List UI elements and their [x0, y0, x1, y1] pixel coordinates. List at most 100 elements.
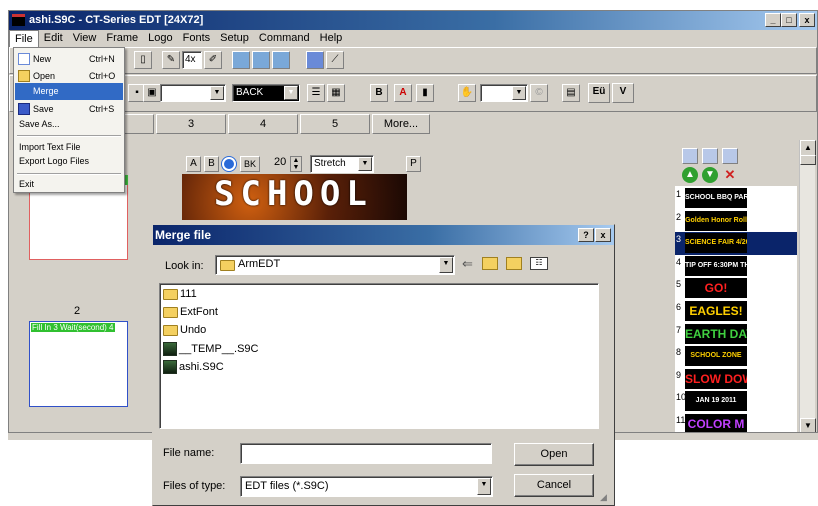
menu-file[interactable]: File: [9, 30, 39, 47]
tab-more[interactable]: More...: [372, 114, 430, 134]
list-item[interactable]: ExtFont: [163, 304, 218, 320]
size-select[interactable]: ▼: [480, 84, 528, 102]
scroll-thumb[interactable]: [800, 155, 816, 165]
bars-icon[interactable]: ▮: [416, 84, 434, 102]
toolbar-main: [9, 47, 817, 74]
lines-icon[interactable]: ☰: [307, 84, 325, 102]
logo-number: 4: [676, 256, 682, 267]
scroll-up-icon[interactable]: ▲: [800, 140, 816, 156]
monitor-icon[interactable]: [306, 51, 324, 69]
text-icon[interactable]: ▣: [143, 84, 161, 102]
menu-setup[interactable]: Setup: [215, 30, 254, 47]
bk-button[interactable]: BK: [240, 156, 260, 172]
logo-thumbnail[interactable]: 4TIP OFF 6:30PM THIS FRIDAY: [675, 255, 797, 278]
view-menu-icon[interactable]: ☷: [530, 257, 548, 270]
logo-thumbnail[interactable]: 9SLOW DOWN: [675, 368, 797, 391]
list-item[interactable]: __TEMP__.S9C: [163, 341, 258, 357]
menu-item-merge[interactable]: Merge: [15, 83, 123, 100]
layout-icon-1[interactable]: [232, 51, 250, 69]
dialog-help-button[interactable]: ?: [578, 228, 594, 242]
up-folder-icon[interactable]: [482, 257, 498, 270]
frame-2-box[interactable]: Fill In 3 Wait(second) 4: [29, 321, 128, 407]
menu-view[interactable]: View: [68, 30, 102, 47]
minimize-button[interactable]: _: [765, 13, 781, 27]
logo-thumbnail[interactable]: 10 JAN 19 2011: [675, 390, 797, 413]
menu-item-new[interactable]: New Ctrl+N: [15, 51, 123, 68]
doc-icon-1[interactable]: [682, 148, 698, 164]
copyright-button[interactable]: ©: [530, 84, 548, 102]
logo-number: 7: [676, 324, 682, 335]
back-color-select[interactable]: BACK ▼: [232, 84, 300, 102]
menu-edit[interactable]: Edit: [39, 30, 68, 47]
zoom-input[interactable]: 4x: [182, 51, 202, 69]
doc-icon-2[interactable]: [702, 148, 718, 164]
align-b-button[interactable]: B: [204, 156, 219, 172]
logo-number: 3: [676, 234, 682, 245]
record-icon[interactable]: [222, 157, 236, 171]
logo-thumbnail[interactable]: 1SCHOOL BBQ PARTY: [675, 187, 797, 210]
menu-item-exit[interactable]: Exit: [15, 176, 123, 193]
menu-command[interactable]: Command: [254, 30, 315, 47]
logo-scrollbar[interactable]: ▲ ▼: [799, 140, 816, 436]
title-bar[interactable]: ashi.S9C - CT-Series EDT [24X72] _ □ x: [9, 11, 817, 30]
chevron-down-icon: ▼: [477, 478, 491, 495]
eu-button[interactable]: Eü: [588, 83, 610, 103]
logo-thumbnail[interactable]: 2 Golden Honor Roll: [675, 210, 797, 233]
move-up-icon[interactable]: ▲: [682, 167, 698, 183]
sign-preview[interactable]: SCHOOL: [182, 174, 407, 220]
bold-button[interactable]: B: [370, 84, 388, 102]
hand-icon[interactable]: ✋: [458, 84, 476, 102]
font-color-button[interactable]: A: [394, 84, 412, 102]
menu-fonts[interactable]: Fonts: [178, 30, 216, 47]
file-name-input[interactable]: [240, 443, 492, 464]
tab-frame-5[interactable]: 5: [300, 114, 370, 134]
align-a-button[interactable]: A: [186, 156, 201, 172]
tab-frame-blank[interactable]: [124, 114, 154, 134]
new-folder-icon[interactable]: [506, 257, 522, 270]
image-icon[interactable]: ▤: [562, 84, 580, 102]
move-down-icon[interactable]: ▼: [702, 167, 718, 183]
logo-thumbnail[interactable]: 6 EAGLES!: [675, 300, 797, 323]
color-swatch-icon[interactable]: ▦: [327, 84, 345, 102]
menu-help[interactable]: Help: [315, 30, 348, 47]
logo-thumbnail[interactable]: 3SCIENCE FAIR 4/26-4/27: [675, 232, 797, 255]
list-item[interactable]: ashi.S9C: [163, 359, 224, 375]
stretch-select[interactable]: Stretch ▼: [310, 155, 374, 173]
resize-grip-icon[interactable]: ◢: [600, 492, 607, 503]
pen-icon[interactable]: ✐: [204, 51, 222, 69]
logo-thumbnail[interactable]: 5 GO!: [675, 277, 797, 300]
logo-thumbnail[interactable]: 8 SCHOOL ZONE: [675, 345, 797, 368]
tab-frame-4[interactable]: 4: [228, 114, 298, 134]
list-item[interactable]: 111: [163, 286, 197, 302]
menu-item-export-logo[interactable]: Export Logo Files: [15, 153, 123, 170]
page-icon[interactable]: ▯: [134, 51, 152, 69]
look-in-select[interactable]: ArmEDT ▼: [215, 255, 455, 275]
delete-icon[interactable]: ✕: [722, 167, 738, 183]
close-button[interactable]: x: [799, 13, 815, 27]
logo-thumbnail[interactable]: 7EARTH DAY: [675, 323, 797, 346]
layout-icon-3[interactable]: [272, 51, 290, 69]
layout-icon-2[interactable]: [252, 51, 270, 69]
tab-frame-3[interactable]: 3: [156, 114, 226, 134]
p-button[interactable]: P: [406, 156, 421, 172]
open-button[interactable]: Open: [514, 443, 594, 466]
maximize-button[interactable]: □: [781, 13, 797, 27]
menu-item-save-as[interactable]: Save As...: [15, 116, 123, 133]
menu-frame[interactable]: Frame: [101, 30, 143, 47]
spin-stepper[interactable]: ▲ ▼: [290, 156, 302, 172]
pencil-icon[interactable]: ✎: [162, 51, 180, 69]
dialog-title-bar[interactable]: Merge file ? x: [153, 225, 614, 245]
dialog-close-button[interactable]: x: [595, 228, 611, 242]
spin-value[interactable]: 20: [274, 156, 286, 168]
back-arrow-icon[interactable]: ⇐: [462, 256, 473, 272]
file-type-select[interactable]: EDT files (*.S9C) ▼: [240, 476, 493, 497]
font-select[interactable]: ▼: [160, 84, 226, 102]
file-menu-dropdown: New Ctrl+N Open Ctrl+O Merge Save Ctrl+S…: [13, 47, 125, 193]
cancel-button[interactable]: Cancel: [514, 474, 594, 497]
v-button[interactable]: V: [612, 83, 634, 103]
brush-icon[interactable]: ⟋: [326, 51, 344, 69]
list-item[interactable]: Undo: [163, 322, 206, 338]
menu-logo[interactable]: Logo: [143, 30, 177, 47]
doc-icon-3[interactable]: [722, 148, 738, 164]
logo-preview: EARTH DAY: [685, 323, 747, 344]
